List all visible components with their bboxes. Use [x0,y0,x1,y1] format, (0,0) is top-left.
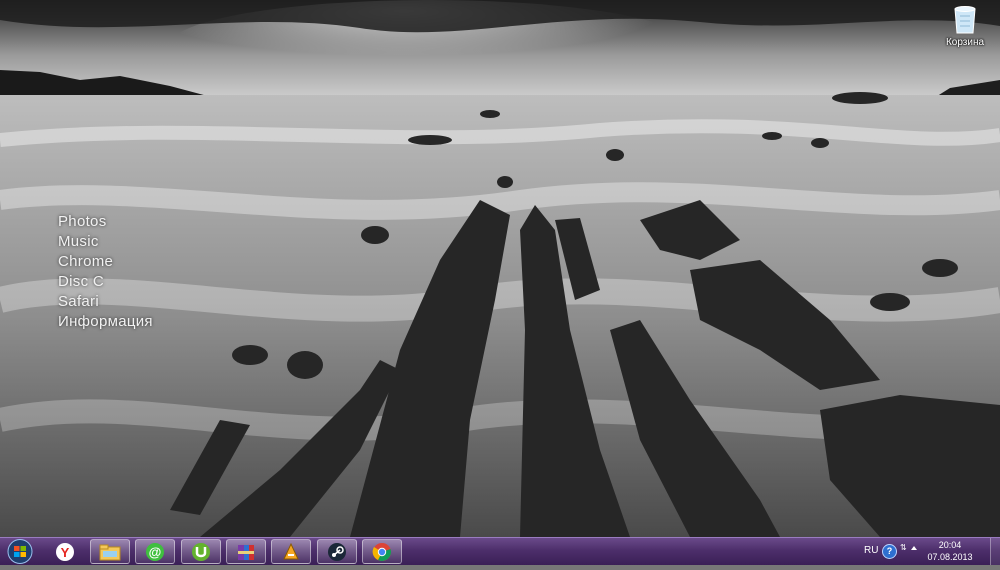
show-desktop-button[interactable] [990,538,1000,565]
recycle-bin-shortcut[interactable]: Корзина [942,4,988,56]
launcher-item-photos[interactable]: Photos [58,212,198,232]
launcher-item-music[interactable]: Music [58,232,198,252]
launcher-item-safari[interactable]: Safari [58,292,198,312]
taskbar: Y @ RU ? ⇅ 20:04 07.08.2013 [0,537,1000,565]
launcher-item-chrome[interactable]: Chrome [58,252,198,272]
taskbar-utorrent-button[interactable] [181,539,221,564]
aimp-icon [283,542,299,559]
show-hidden-icons-icon[interactable] [911,546,917,550]
network-icon[interactable]: ⇅ [900,543,907,552]
winrar-icon [238,544,254,560]
clock-time: 20:04 [938,540,962,550]
recycle-bin-icon [954,6,976,34]
taskbar-explorer-button[interactable] [90,539,130,564]
windows-explorer-icon [99,544,121,560]
windows-start-icon [7,539,33,564]
language-indicator[interactable]: RU [864,545,878,556]
svg-text:@: @ [149,544,162,559]
taskbar-aimp-button[interactable] [271,539,311,564]
taskbar-winrar-button[interactable] [226,539,266,564]
mail-agent-icon: @ [146,542,164,561]
help-icon[interactable]: ? [882,544,897,559]
utorrent-icon [192,542,210,561]
desktop-launcher: Photos Music Chrome Disc C Safari Информ… [58,212,198,332]
svg-text:Y: Y [61,545,70,560]
taskbar-chrome-button[interactable] [362,539,402,564]
start-button[interactable] [4,538,36,565]
taskbar-steam-button[interactable] [317,539,357,564]
recycle-bin-label: Корзина [945,37,985,48]
steam-icon [328,542,346,561]
yandex-browser-icon: Y [56,542,74,561]
chrome-icon [372,542,391,561]
taskbar-yandex-browser-button[interactable]: Y [45,539,85,564]
clock[interactable]: 20:04 07.08.2013 [922,539,978,563]
clock-date: 07.08.2013 [927,552,973,562]
launcher-item-info[interactable]: Информация [58,312,198,332]
taskbar-mail-agent-button[interactable]: @ [135,539,175,564]
launcher-item-disc-c[interactable]: Disc C [58,272,198,292]
